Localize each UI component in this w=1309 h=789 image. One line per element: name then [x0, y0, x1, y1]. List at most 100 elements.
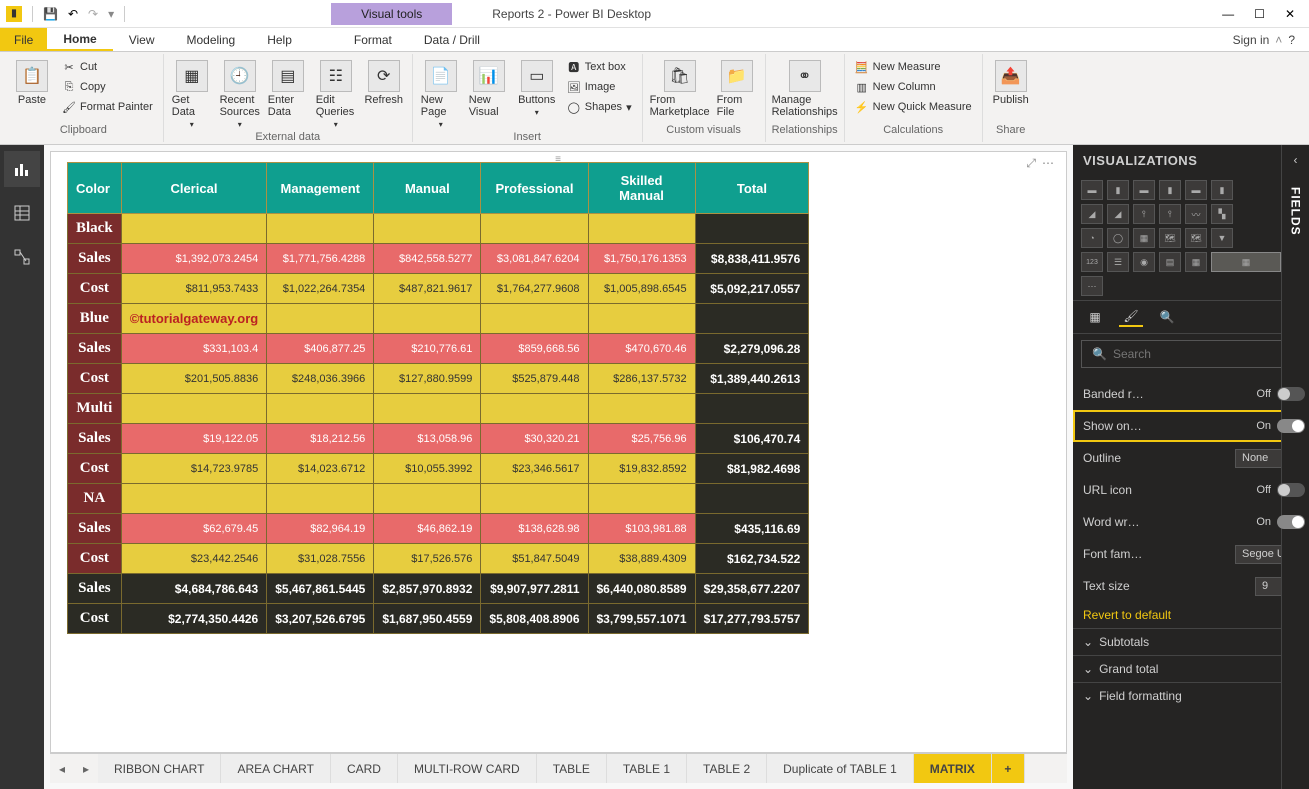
revert-to-default[interactable]: Revert to default [1073, 602, 1309, 628]
data-cell[interactable]: $1,005,898.6545 [588, 274, 695, 304]
data-cell[interactable]: $1,750,176.1353 [588, 244, 695, 274]
grand-total-cell[interactable]: $2,774,350.4426 [121, 604, 267, 634]
ribbon-chart-icon[interactable]: 〰 [1185, 204, 1207, 224]
map-icon[interactable]: 🗺 [1159, 228, 1181, 248]
col-header[interactable]: Manual [374, 163, 481, 214]
group-header[interactable]: Black [68, 214, 122, 244]
new-page-button[interactable]: 📄New Page▾ [419, 58, 463, 131]
fields-well-tab-icon[interactable]: ▦ [1083, 307, 1107, 327]
grand-total-cell[interactable]: $5,808,408.8906 [481, 604, 588, 634]
data-cell[interactable]: $470,670.46 [588, 334, 695, 364]
paste-button[interactable]: 📋Paste [10, 58, 54, 108]
row-header[interactable]: Cost [68, 454, 122, 484]
show-on-toggle[interactable]: Show on… On [1073, 410, 1309, 442]
row-header[interactable]: Cost [68, 364, 122, 394]
grandtotal-section[interactable]: ⌄Grand total [1073, 655, 1309, 682]
datadrill-tab[interactable]: Data / Drill [408, 28, 496, 51]
data-cell[interactable]: $23,442.2546 [121, 544, 267, 574]
url-icon-toggle[interactable]: URL icon Off [1073, 474, 1309, 506]
row-header[interactable]: Sales [68, 244, 122, 274]
data-cell[interactable]: $25,756.96 [588, 424, 695, 454]
outline-select[interactable]: Outline None▾ [1073, 442, 1309, 474]
refresh-button[interactable]: ⟳Refresh [362, 58, 406, 108]
row-header[interactable]: Cost [68, 274, 122, 304]
word-wrap-toggle[interactable]: Word wr… On [1073, 506, 1309, 538]
data-cell[interactable]: $19,122.05 [121, 424, 267, 454]
page-tab[interactable]: RIBBON CHART [98, 754, 221, 783]
new-quick-measure-button[interactable]: ⚡New Quick Measure [851, 98, 976, 116]
data-cell[interactable]: $13,058.96 [374, 424, 481, 454]
combo-icon[interactable]: ⫯ [1133, 204, 1155, 224]
format-tab-icon[interactable]: 🖌 [1119, 307, 1143, 327]
card-icon[interactable]: 123 [1081, 252, 1103, 272]
data-cell[interactable]: $406,877.25 [267, 334, 374, 364]
data-cell[interactable]: $18,212.56 [267, 424, 374, 454]
get-data-button[interactable]: ▦Get Data▾ [170, 58, 214, 131]
buttons-button[interactable]: ▭Buttons▾ [515, 58, 559, 119]
data-cell[interactable]: $1,022,264.7354 [267, 274, 374, 304]
100-bar-icon[interactable]: ▬ [1185, 180, 1207, 200]
row-header[interactable]: Cost [68, 544, 122, 574]
text-size-spinner[interactable]: Text size 9⬍ [1073, 570, 1309, 602]
font-family-select[interactable]: Font fam… Segoe UI▾ [1073, 538, 1309, 570]
add-page-button[interactable]: + [992, 754, 1025, 783]
data-cell[interactable]: $31,028.7556 [267, 544, 374, 574]
data-cell[interactable]: $19,832.8592 [588, 454, 695, 484]
help-tab[interactable]: Help [251, 28, 308, 51]
data-cell[interactable]: $106,470.74 [695, 424, 809, 454]
grand-total-cell[interactable]: $4,684,786.643 [121, 574, 267, 604]
data-cell[interactable]: $2,279,096.28 [695, 334, 809, 364]
manage-relationships-button[interactable]: ⚭Manage Relationships [772, 58, 838, 120]
col-header[interactable]: Skilled Manual [588, 163, 695, 214]
data-cell[interactable]: $1,764,277.9608 [481, 274, 588, 304]
textbox-button[interactable]: 🅰Text box [563, 58, 636, 76]
row-header[interactable]: Sales [68, 514, 122, 544]
col-header[interactable]: Color [68, 163, 122, 214]
cut-button[interactable]: ✂Cut [58, 58, 157, 76]
group-header[interactable]: Multi [68, 394, 122, 424]
grand-total-cell[interactable]: $17,277,793.5757 [695, 604, 809, 634]
funnel-icon[interactable]: ▼ [1211, 228, 1233, 248]
data-cell[interactable]: $1,771,756.4288 [267, 244, 374, 274]
data-cell[interactable]: $38,889.4309 [588, 544, 695, 574]
data-cell[interactable]: $138,628.98 [481, 514, 588, 544]
search-input[interactable] [1113, 347, 1296, 361]
data-cell[interactable]: $23,346.5617 [481, 454, 588, 484]
redo-icon[interactable]: ↷ [88, 7, 98, 21]
page-tab[interactable]: TABLE 1 [607, 754, 687, 783]
data-cell[interactable]: $525,879.448 [481, 364, 588, 394]
data-cell[interactable]: $17,526.576 [374, 544, 481, 574]
report-view-icon[interactable] [4, 151, 40, 187]
tabs-scroll-left[interactable]: ◂ [50, 754, 74, 783]
expand-fields-icon[interactable]: ‹ [1294, 153, 1298, 167]
publish-button[interactable]: 📤Publish [989, 58, 1033, 108]
more-visuals-icon[interactable]: ⋯ [1081, 276, 1103, 296]
data-cell[interactable]: $201,505.8836 [121, 364, 267, 394]
modeling-tab[interactable]: Modeling [170, 28, 251, 51]
data-view-icon[interactable] [4, 195, 40, 231]
grand-total-cell[interactable]: $6,440,080.8589 [588, 574, 695, 604]
format-painter-button[interactable]: 🖌Format Painter [58, 98, 157, 116]
visual-grip-icon[interactable]: ≡ [555, 154, 562, 165]
stacked-column-icon[interactable]: ▮ [1107, 180, 1129, 200]
grand-total-cell[interactable]: $1,687,950.4559 [374, 604, 481, 634]
subtotals-section[interactable]: ⌄Subtotals [1073, 628, 1309, 655]
data-cell[interactable]: $248,036.3966 [267, 364, 374, 394]
treemap-icon[interactable]: ▦ [1133, 228, 1155, 248]
col-header[interactable]: Total [695, 163, 809, 214]
maximize-icon[interactable]: ☐ [1254, 7, 1265, 21]
data-cell[interactable]: $62,679.45 [121, 514, 267, 544]
data-cell[interactable]: $487,821.9617 [374, 274, 481, 304]
matrix-visual[interactable]: Color Clerical Management Manual Profess… [67, 162, 809, 634]
field-formatting-section[interactable]: ⌄Field formatting [1073, 682, 1309, 709]
pie-icon[interactable]: ◔ [1081, 228, 1103, 248]
data-cell[interactable]: $1,389,440.2613 [695, 364, 809, 394]
stacked-bar-icon[interactable]: ▬ [1081, 180, 1103, 200]
recent-sources-button[interactable]: 🕘Recent Sources▾ [218, 58, 262, 131]
table-icon[interactable]: ▦ [1185, 252, 1207, 272]
edit-queries-button[interactable]: ☷Edit Queries▾ [314, 58, 358, 131]
sign-in-link[interactable]: Sign in˄? [1219, 28, 1309, 51]
data-cell[interactable]: $811,953.7433 [121, 274, 267, 304]
page-tab[interactable]: CARD [331, 754, 398, 783]
format-tab[interactable]: Format [338, 28, 408, 51]
